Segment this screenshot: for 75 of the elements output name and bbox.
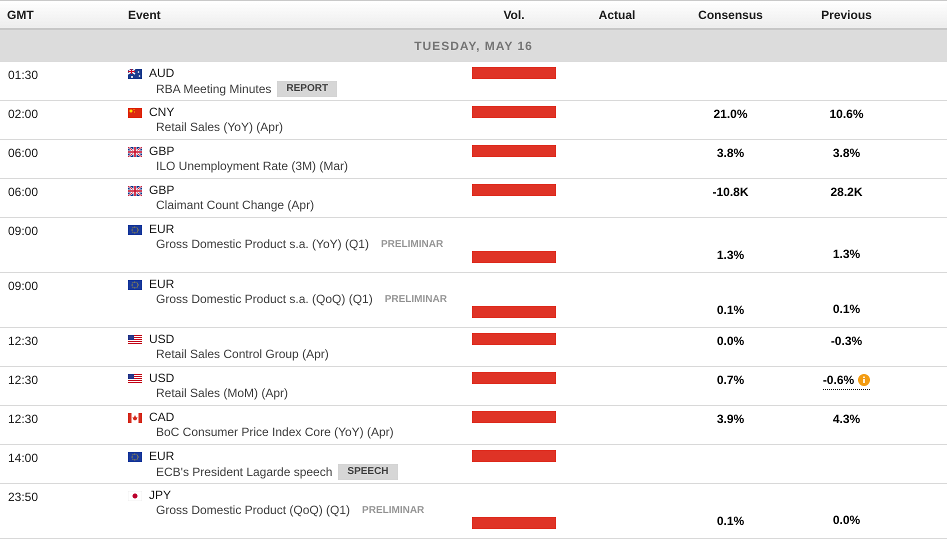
event-name[interactable]: Gross Domestic Product (QoQ) (Q1) bbox=[156, 503, 350, 518]
consensus-value: -10.8K bbox=[712, 184, 749, 201]
info-icon bbox=[858, 374, 870, 386]
consensus-value: 3.8% bbox=[716, 145, 744, 162]
consensus-value: 0.1% bbox=[716, 513, 744, 530]
event-tag: PRELIMINAR bbox=[374, 238, 450, 250]
currency-code: GBP bbox=[149, 183, 174, 198]
column-header: GMT bbox=[7, 8, 34, 22]
flag-icon bbox=[128, 374, 142, 384]
consensus-value: 0.0% bbox=[716, 333, 744, 350]
flag-icon bbox=[128, 68, 142, 78]
flag-icon bbox=[128, 280, 142, 290]
currency-code: USD bbox=[149, 371, 174, 386]
flag-icon bbox=[128, 146, 142, 156]
date-label: TUESDAY, MAY 16 bbox=[414, 38, 533, 55]
event-time: 12:30 bbox=[8, 373, 38, 387]
previous-value: 0.1% bbox=[832, 301, 860, 318]
event-time: 06:00 bbox=[8, 146, 38, 160]
previous-value: 4.3% bbox=[832, 411, 860, 428]
previous-value: 0.0% bbox=[832, 512, 860, 529]
event-time: 12:30 bbox=[8, 412, 38, 426]
event-tag: PRELIMINAR bbox=[378, 294, 453, 306]
currency-code: USD bbox=[149, 332, 174, 347]
event-name[interactable]: Claimant Count Change (Apr) bbox=[156, 198, 314, 213]
event-time: 12:30 bbox=[8, 334, 38, 348]
previous-value: -0.6% bbox=[822, 371, 870, 390]
consensus-value: 1.3% bbox=[716, 247, 744, 264]
flag-icon bbox=[128, 334, 142, 344]
event-name[interactable]: Gross Domestic Product s.a. (YoY) (Q1) bbox=[156, 237, 369, 252]
column-header: Consensus bbox=[698, 6, 763, 24]
event-name[interactable]: Retail Sales Control Group (Apr) bbox=[156, 347, 329, 362]
previous-value: 28.2K bbox=[830, 184, 863, 201]
event-tag: SPEECH bbox=[338, 464, 398, 480]
currency-code: CAD bbox=[149, 410, 174, 425]
column-header: Vol. bbox=[503, 6, 525, 24]
flag-icon bbox=[128, 452, 142, 462]
flag-icon bbox=[128, 186, 142, 196]
previous-value: 10.6% bbox=[829, 106, 864, 123]
currency-code: JPY bbox=[149, 488, 172, 503]
previous-value: 1.3% bbox=[832, 246, 860, 263]
currency-code: AUD bbox=[149, 66, 174, 81]
flag-icon bbox=[128, 490, 142, 500]
event-name[interactable]: ILO Unemployment Rate (3M) (Mar) bbox=[156, 159, 348, 174]
event-name[interactable]: Gross Domestic Product s.a. (QoQ) (Q1) bbox=[156, 292, 373, 307]
event-time: 09:00 bbox=[8, 224, 38, 238]
consensus-value: 21.0% bbox=[713, 106, 748, 123]
event-name[interactable]: RBA Meeting Minutes bbox=[156, 82, 272, 96]
event-time: 02:00 bbox=[8, 107, 38, 121]
event-time: 14:00 bbox=[8, 451, 38, 465]
event-name[interactable]: Retail Sales (MoM) (Apr) bbox=[156, 386, 288, 401]
event-time: 06:00 bbox=[8, 185, 38, 199]
previous-value: 3.8% bbox=[832, 145, 860, 162]
consensus-value: 0.7% bbox=[716, 372, 744, 389]
currency-code: EUR bbox=[149, 222, 174, 237]
column-header: Previous bbox=[821, 6, 872, 24]
flag-icon bbox=[128, 108, 142, 118]
event-name[interactable]: Retail Sales (YoY) (Apr) bbox=[156, 120, 283, 135]
consensus-value: 0.1% bbox=[716, 302, 744, 319]
event-name[interactable]: ECB's President Lagarde speech bbox=[156, 464, 332, 480]
event-time: 23:50 bbox=[8, 490, 38, 504]
flag-icon bbox=[128, 224, 142, 234]
currency-code: EUR bbox=[149, 449, 174, 464]
previous-value: -0.3% bbox=[830, 333, 862, 350]
currency-code: CNY bbox=[149, 105, 174, 120]
event-time: 01:30 bbox=[8, 68, 38, 82]
currency-code: GBP bbox=[149, 144, 174, 159]
consensus-value: 3.9% bbox=[716, 411, 744, 428]
event-name[interactable]: BoC Consumer Price Index Core (YoY) (Apr) bbox=[156, 425, 394, 440]
currency-code: EUR bbox=[149, 277, 174, 292]
event-tag: REPORT bbox=[277, 81, 338, 97]
event-time: 09:00 bbox=[8, 279, 38, 293]
event-tag: PRELIMINAR bbox=[356, 504, 430, 516]
flag-icon bbox=[128, 412, 142, 422]
column-header: Actual bbox=[598, 6, 636, 24]
column-header: Event bbox=[128, 8, 161, 22]
